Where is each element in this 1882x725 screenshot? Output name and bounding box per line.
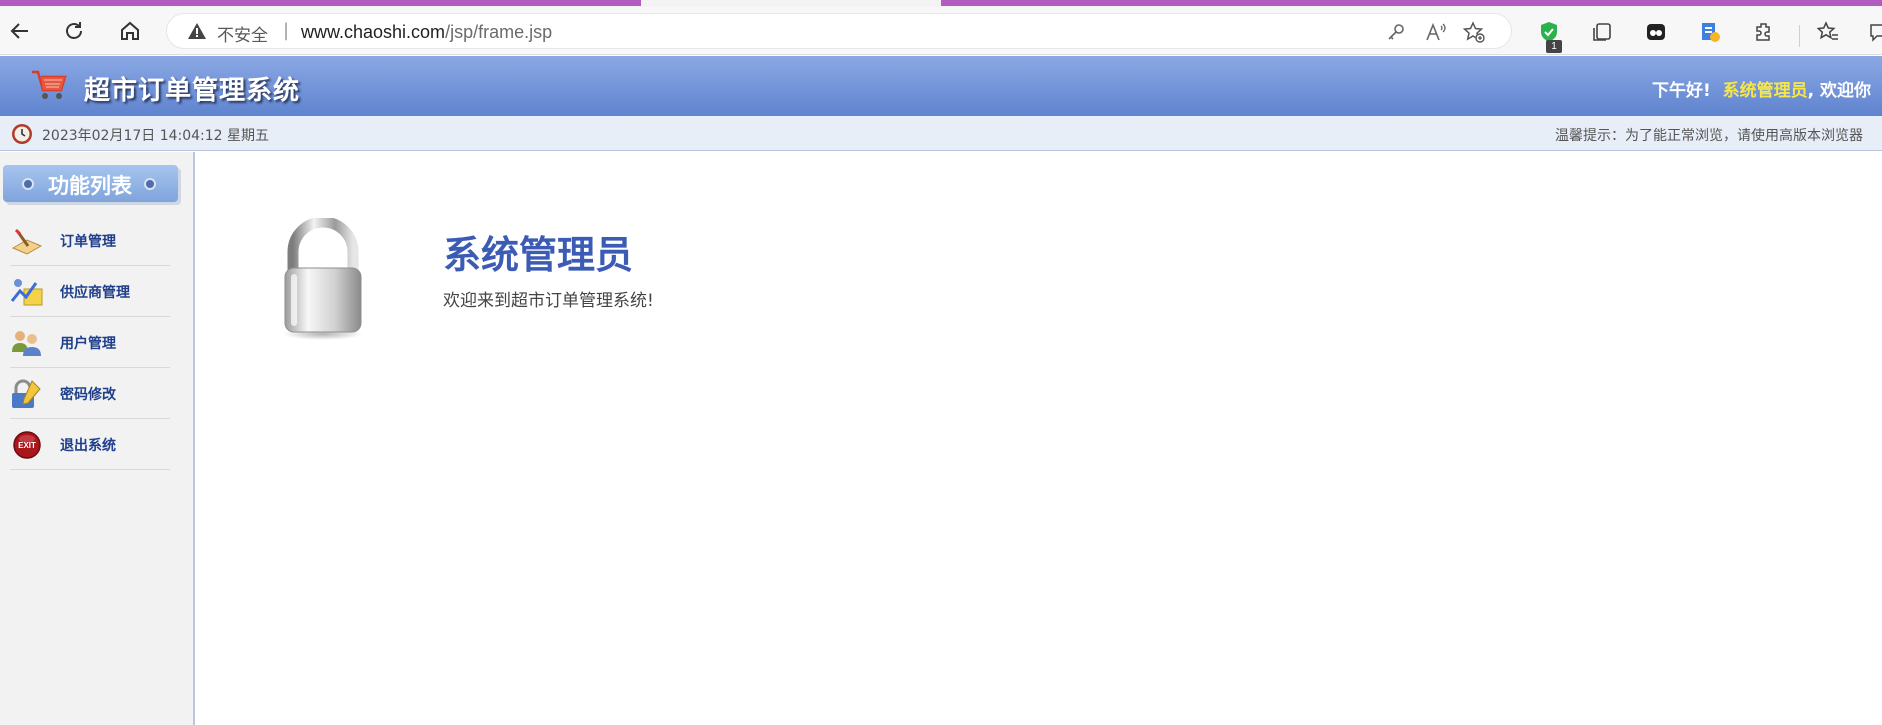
back-button[interactable] bbox=[2, 13, 38, 49]
sidebar-item-label[interactable]: 退出系统 bbox=[60, 435, 116, 455]
sidebar-menu: 订单管理 供应商管理 用户管理 密码修改 EXIT 退出系统 bbox=[10, 215, 170, 470]
sidebar-item-label[interactable]: 供应商管理 bbox=[60, 282, 130, 302]
translate-extension-icon[interactable] bbox=[1697, 19, 1723, 45]
lock-icon bbox=[279, 216, 367, 346]
refresh-icon bbox=[66, 22, 82, 39]
home-button[interactable] bbox=[112, 13, 148, 49]
home-icon bbox=[121, 21, 139, 40]
clock-icon bbox=[10, 122, 34, 150]
sidebar-item-order[interactable]: 订单管理 bbox=[10, 215, 170, 266]
greeting-suffix: , 欢迎你 bbox=[1807, 81, 1871, 101]
user-greeting: 下午好! 系统管理员, 欢迎你 bbox=[1652, 76, 1871, 101]
sidebar-item-supplier[interactable]: 供应商管理 bbox=[10, 266, 170, 317]
sidebar-item-password[interactable]: 密码修改 bbox=[10, 368, 170, 419]
collections-icon[interactable] bbox=[1589, 19, 1615, 45]
exit-icon: EXIT bbox=[10, 428, 44, 462]
add-favorite-icon[interactable] bbox=[1463, 21, 1485, 43]
refresh-button[interactable] bbox=[56, 13, 92, 49]
browser-tab-strip bbox=[0, 0, 1882, 7]
function-list-header: 功能列表 bbox=[3, 165, 178, 202]
supplier-icon bbox=[10, 275, 44, 309]
users-icon bbox=[10, 326, 44, 360]
date-bar: 2023年02月17日 14:04:12 星期五 温馨提示：为了能正常浏览，请使… bbox=[0, 116, 1882, 151]
url-text[interactable]: www.chaoshi.com/jsp/frame.jsp bbox=[301, 22, 552, 43]
sidebar-item-users[interactable]: 用户管理 bbox=[10, 317, 170, 368]
security-label[interactable]: 不安全 bbox=[217, 21, 268, 46]
sidebar: 功能列表 订单管理 供应商管理 用户管理 密码修改 EXIT 退出系统 bbox=[0, 152, 195, 725]
sidebar-item-label[interactable]: 密码修改 bbox=[60, 384, 116, 404]
welcome-message: 欢迎来到超市订单管理系统! bbox=[443, 291, 654, 311]
main-content: 系统管理员 欢迎来到超市订单管理系统! bbox=[197, 152, 1882, 725]
toolbar-divider bbox=[1799, 25, 1800, 47]
shopping-cart-icon bbox=[30, 68, 68, 106]
bullet-icon bbox=[22, 178, 34, 190]
browser-tab[interactable] bbox=[0, 0, 641, 6]
browser-toolbar: 不安全 | www.chaoshi.com/jsp/frame.jsp 1 bbox=[0, 7, 1882, 55]
address-bar[interactable]: 不安全 | www.chaoshi.com/jsp/frame.jsp bbox=[166, 13, 1512, 49]
svg-text:EXIT: EXIT bbox=[18, 441, 36, 450]
browser-tip: 温馨提示：为了能正常浏览，请使用高版本浏览器 bbox=[1555, 128, 1863, 144]
extensions-icon[interactable] bbox=[1751, 19, 1777, 45]
sidebar-item-label[interactable]: 用户管理 bbox=[60, 333, 116, 353]
feedback-icon[interactable] bbox=[1866, 19, 1882, 45]
warning-icon[interactable] bbox=[187, 22, 207, 44]
app-title: 超市订单管理系统 bbox=[84, 76, 301, 106]
app-header: 超市订单管理系统 下午好! 系统管理员, 欢迎你 bbox=[0, 56, 1882, 116]
extension-badge: 1 bbox=[1546, 40, 1562, 53]
welcome-title: 系统管理员 bbox=[443, 233, 634, 277]
read-aloud-icon[interactable] bbox=[1425, 21, 1447, 43]
order-icon bbox=[10, 224, 44, 258]
function-list-title: 功能列表 bbox=[48, 174, 132, 198]
browser-tab[interactable] bbox=[941, 0, 1882, 6]
tabs-extension-icon[interactable] bbox=[1643, 19, 1669, 45]
sidebar-item-label[interactable]: 订单管理 bbox=[60, 231, 116, 251]
password-icon bbox=[10, 377, 44, 411]
sidebar-item-exit[interactable]: EXIT 退出系统 bbox=[10, 419, 170, 470]
user-name: 系统管理员 bbox=[1722, 81, 1808, 101]
key-icon[interactable] bbox=[1385, 21, 1407, 43]
favorites-icon[interactable] bbox=[1815, 19, 1841, 45]
url-separator: | bbox=[283, 20, 290, 41]
url-host: www.chaoshi.com bbox=[301, 22, 446, 42]
greeting-prefix: 下午好! bbox=[1652, 81, 1711, 101]
bullet-icon bbox=[144, 178, 156, 190]
back-arrow-icon bbox=[10, 23, 28, 39]
url-path: /jsp/frame.jsp bbox=[445, 22, 553, 42]
current-datetime: 2023年02月17日 14:04:12 星期五 bbox=[42, 128, 270, 144]
